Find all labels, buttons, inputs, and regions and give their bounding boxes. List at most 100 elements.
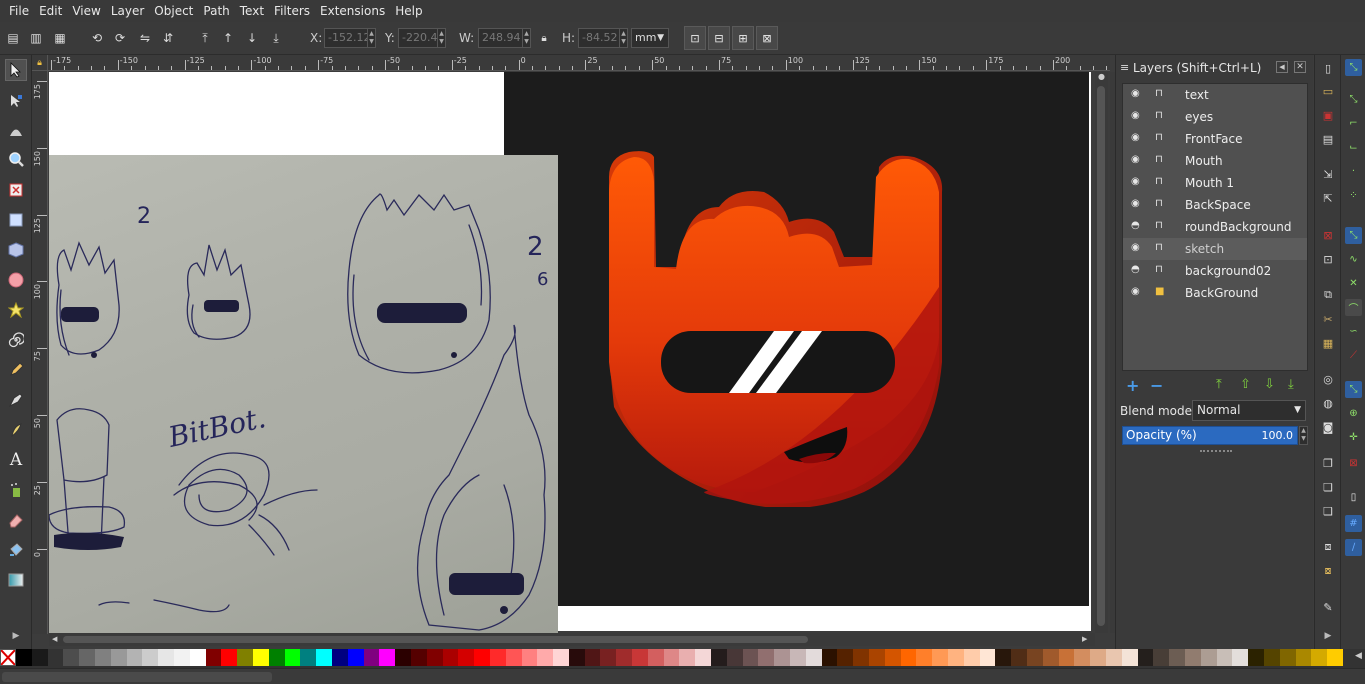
color-swatch[interactable]	[521, 649, 538, 666]
text-tool-icon[interactable]: A	[5, 449, 27, 471]
color-swatch[interactable]	[1327, 649, 1343, 666]
snap-rotation-center-icon[interactable]: ✛	[1345, 429, 1362, 446]
no-paint-swatch[interactable]	[0, 649, 16, 666]
color-swatch[interactable]	[963, 649, 980, 666]
menu-extensions[interactable]: Extensions	[315, 0, 390, 22]
color-swatch[interactable]	[932, 649, 949, 666]
color-swatch[interactable]	[1042, 649, 1059, 666]
commands-expand-icon[interactable]: ▶	[1320, 628, 1336, 644]
color-swatch[interactable]	[158, 649, 174, 666]
lock-guides-icon[interactable]: 🔒︎	[32, 55, 48, 71]
color-swatch[interactable]	[1058, 649, 1075, 666]
y-input[interactable]: -220.4	[398, 28, 438, 48]
layer-row-eyes[interactable]: ◉ ⊓ eyes	[1123, 106, 1307, 128]
layer-row-roundbackground[interactable]: ◓ ⊓ roundBackground	[1123, 216, 1307, 238]
color-swatch[interactable]	[1121, 649, 1138, 666]
color-swatch[interactable]	[363, 649, 380, 666]
logo-head[interactable]	[604, 147, 954, 507]
undo-icon[interactable]: ⊠	[1320, 227, 1336, 243]
color-swatch[interactable]	[1279, 649, 1296, 666]
color-swatch[interactable]	[711, 649, 727, 666]
horizontal-scroll-thumb[interactable]	[63, 636, 808, 643]
color-swatch[interactable]	[79, 649, 95, 666]
duplicate-icon[interactable]: ❐	[1320, 455, 1336, 471]
color-swatch[interactable]	[31, 649, 48, 666]
3d-box-tool-icon[interactable]	[5, 239, 27, 261]
cut-icon[interactable]: ✂	[1320, 311, 1336, 327]
star-tool-icon[interactable]	[5, 299, 27, 321]
panel-close-icon[interactable]: ✕	[1294, 61, 1306, 73]
color-swatch[interactable]	[568, 649, 585, 666]
scale-stroke-button[interactable]: ⊡	[684, 26, 706, 50]
lock-ratio-icon[interactable]: 🔒︎	[535, 29, 553, 47]
spray-tool-icon[interactable]	[5, 479, 27, 501]
unlocked-icon[interactable]: ⊓	[1155, 198, 1165, 210]
menu-file[interactable]: File	[4, 0, 34, 22]
unlocked-icon[interactable]: ⊓	[1155, 264, 1165, 276]
raise-to-top-layer-icon[interactable]: ⤒	[1216, 377, 1222, 392]
deselect-icon[interactable]: ▦	[51, 29, 69, 47]
color-swatch[interactable]	[726, 649, 743, 666]
select-all-icon[interactable]: ▤	[4, 29, 22, 47]
hidden-eye-icon[interactable]: ◓	[1131, 265, 1143, 275]
opacity-spinner[interactable]: ▲ ▼	[1299, 426, 1308, 445]
color-swatch[interactable]	[395, 649, 411, 666]
menu-path[interactable]: Path	[198, 0, 234, 22]
color-swatch[interactable]	[1169, 649, 1185, 666]
color-swatch[interactable]	[410, 649, 427, 666]
rectangle-tool-icon[interactable]	[5, 209, 27, 231]
color-swatch[interactable]	[616, 649, 633, 666]
rotate-cw-icon[interactable]: ⟳	[111, 29, 129, 47]
color-swatch[interactable]	[1105, 649, 1122, 666]
raise-icon[interactable]: ↑	[219, 29, 237, 47]
menu-help[interactable]: Help	[390, 0, 427, 22]
menu-filters[interactable]: Filters	[269, 0, 315, 22]
color-swatch[interactable]	[316, 649, 332, 666]
color-swatch[interactable]	[1232, 649, 1249, 666]
visibility-eye-icon[interactable]: ◉	[1131, 177, 1143, 187]
layer-row-mouth-1[interactable]: ◉ ⊓ Mouth 1	[1123, 172, 1307, 194]
color-swatch[interactable]	[790, 649, 806, 666]
scroll-left-icon[interactable]: ◀	[52, 635, 60, 644]
new-document-icon[interactable]: ▯	[1320, 60, 1336, 76]
zoom-drawing-icon[interactable]: ◍	[1320, 395, 1336, 411]
copy-icon[interactable]: ⧉	[1320, 287, 1336, 303]
color-swatch[interactable]	[474, 649, 490, 666]
layer-row-frontface[interactable]: ◉ ⊓ FrontFace	[1123, 128, 1307, 150]
color-swatch[interactable]	[995, 649, 1012, 666]
color-swatch[interactable]	[600, 649, 617, 666]
color-swatch[interactable]	[916, 649, 933, 666]
snap-grid-icon[interactable]: #	[1345, 515, 1362, 532]
visibility-eye-icon[interactable]: ◉	[1131, 111, 1143, 121]
measure-tool-icon[interactable]	[5, 179, 27, 201]
scroll-up-icon[interactable]: ●	[1096, 72, 1107, 83]
layer-name[interactable]: text	[1185, 88, 1209, 102]
snap-bbox-center-icon[interactable]: ⁘	[1345, 187, 1362, 204]
spiral-tool-icon[interactable]	[5, 329, 27, 351]
ellipse-tool-icon[interactable]	[5, 269, 27, 291]
unlocked-icon[interactable]: ⊓	[1155, 154, 1165, 166]
layer-row-mouth[interactable]: ◉ ⊓ Mouth	[1123, 150, 1307, 172]
palette-menu-icon[interactable]: ◀	[1355, 651, 1362, 661]
layer-name[interactable]: BackGround	[1185, 286, 1258, 300]
snap-line-midpoint-icon[interactable]: ⟋	[1345, 347, 1362, 364]
color-swatch[interactable]	[805, 649, 822, 666]
color-swatch[interactable]	[884, 649, 901, 666]
color-swatch[interactable]	[426, 649, 443, 666]
w-spinner[interactable]: ▲ ▼	[522, 28, 531, 48]
snap-bbox-edge-icon[interactable]: ⌐	[1345, 115, 1362, 132]
snap-toggle-icon[interactable]: ⤡	[1345, 59, 1362, 76]
color-swatch[interactable]	[1027, 649, 1043, 666]
color-swatch[interactable]	[94, 649, 111, 666]
xml-editor-icon[interactable]: ✎	[1320, 599, 1336, 615]
color-swatch[interactable]	[837, 649, 854, 666]
visibility-eye-icon[interactable]: ◉	[1131, 155, 1143, 165]
color-swatch[interactable]	[1200, 649, 1217, 666]
paste-icon[interactable]: ▦	[1320, 335, 1336, 351]
color-swatch[interactable]	[1074, 649, 1091, 666]
lower-layer-icon[interactable]: ⇩	[1264, 377, 1275, 392]
color-swatch[interactable]	[948, 649, 964, 666]
color-swatch[interactable]	[16, 649, 32, 666]
lower-icon[interactable]: ↓	[243, 29, 261, 47]
color-swatch[interactable]	[458, 649, 475, 666]
